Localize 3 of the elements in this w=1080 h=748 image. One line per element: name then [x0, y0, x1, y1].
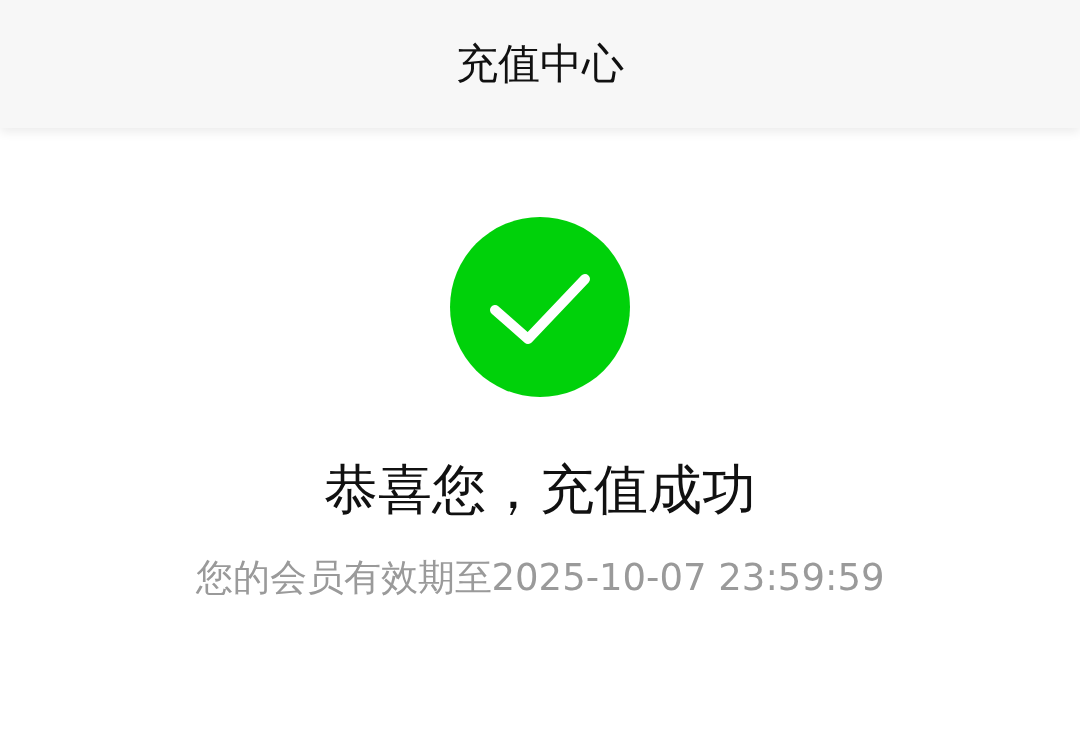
expiry-text: 您的会员有效期至2025-10-07 23:59:59 [195, 555, 885, 601]
page-title: 充值中心 [456, 38, 624, 90]
result-title: 恭喜您，充值成功 [324, 457, 756, 523]
